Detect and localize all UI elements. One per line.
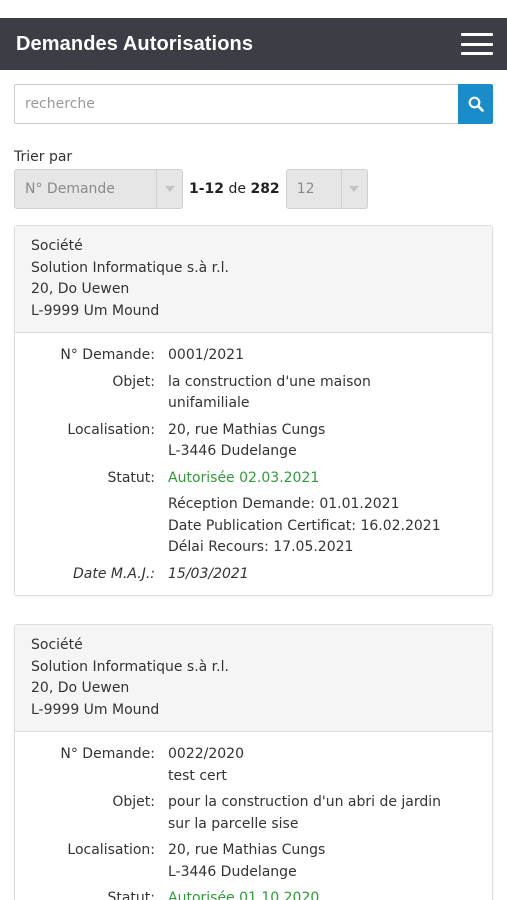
row-date-maj: Date M.A.J.: 15/03/2021: [15, 564, 484, 586]
demand-card[interactable]: Société Solution Informatique s.à r.l. 2…: [14, 624, 493, 900]
range-bold: 1-12: [189, 181, 225, 197]
value-objet-line2: unifamiliale: [168, 395, 250, 411]
label-objet: Objet:: [112, 794, 155, 810]
row-demand-no: N° Demande: 0001/2021: [15, 345, 484, 367]
status-badge: Autorisée 01.10.2020: [168, 890, 320, 900]
label-date-maj: Date M.A.J.:: [72, 565, 155, 582]
row-localisation: Localisation: 20, rue Mathias Cungs L-34…: [15, 840, 484, 883]
per-page-select[interactable]: 12: [285, 169, 368, 209]
caret-down-icon: [340, 170, 367, 208]
range-of: de: [228, 181, 247, 197]
label-localisation: Localisation:: [67, 421, 155, 438]
company-label: Société: [31, 238, 83, 254]
search-button[interactable]: [458, 84, 493, 124]
value-publication: Date Publication Certificat: 16.02.2021: [168, 517, 441, 534]
app-header: Demandes Autorisations: [0, 18, 507, 70]
card-header: Société Solution Informatique s.à r.l. 2…: [15, 226, 492, 333]
card-body: N° Demande: 0022/2020 test cert Objet: p…: [15, 732, 492, 900]
value-localisation-line2: L-3446 Dudelange: [168, 443, 297, 459]
pagination-range: 1-12 de 282: [189, 181, 280, 197]
value-objet-line1: la construction d'une maison: [168, 373, 371, 390]
value-objet-line2: sur la parcelle sise: [168, 815, 299, 832]
row-statut: Statut: Autorisée 02.03.2021 Réception D…: [15, 468, 484, 559]
value-objet-line1: pour la construction d'un abri de jardin: [168, 794, 442, 810]
sort-select-value: N° Demande: [25, 181, 115, 197]
search-bar: [14, 84, 493, 124]
card-header: Société Solution Informatique s.à r.l. 2…: [15, 625, 492, 732]
value-date-maj: 15/03/2021: [168, 565, 249, 582]
value-reception: Réception Demande: 01.01.2021: [168, 496, 400, 512]
search-input[interactable]: [14, 84, 458, 124]
hamburger-menu-icon[interactable]: [461, 33, 493, 55]
value-demand-no: 0001/2021: [168, 347, 244, 363]
value-demand-sub: test cert: [168, 767, 227, 784]
row-objet: Objet: pour la construction d'un abri de…: [15, 792, 484, 835]
page-title: Demandes Autorisations: [16, 32, 254, 55]
value-recours: Délai Recours: 17.05.2021: [168, 539, 354, 555]
range-total: 282: [250, 181, 280, 197]
label-demand-no: N° Demande:: [60, 746, 155, 762]
value-localisation-line1: 20, rue Mathias Cungs: [168, 842, 326, 858]
sort-label: Trier par: [14, 149, 73, 165]
address-line1: 20, Do Uewen: [31, 281, 130, 297]
per-page-value: 12: [296, 181, 315, 197]
row-statut: Statut: Autorisée 01.10.2020: [15, 888, 484, 900]
status-strip: [0, 0, 507, 18]
label-localisation: Localisation:: [67, 842, 155, 858]
sort-controls: N° Demande 1-12 de 282 12: [14, 169, 507, 209]
address-line2: L-9999 Um Mound: [31, 302, 160, 319]
address-line2: L-9999 Um Mound: [31, 701, 160, 718]
row-localisation: Localisation: 20, rue Mathias Cungs L-34…: [15, 420, 484, 463]
value-demand-no: 0022/2020: [168, 746, 244, 762]
search-icon: [468, 96, 484, 112]
value-localisation-line2: L-3446 Dudelange: [168, 863, 297, 880]
company-name: Solution Informatique s.à r.l.: [31, 259, 229, 276]
caret-down-icon: [156, 170, 182, 208]
company-name: Solution Informatique s.à r.l.: [31, 658, 229, 675]
status-badge: Autorisée 02.03.2021: [168, 469, 320, 486]
demand-card[interactable]: Société Solution Informatique s.à r.l. 2…: [14, 225, 493, 596]
label-objet: Objet:: [112, 373, 155, 390]
value-localisation-line1: 20, rue Mathias Cungs: [168, 421, 326, 438]
label-demand-no: N° Demande:: [60, 347, 155, 363]
row-demand-no: N° Demande: 0022/2020 test cert: [15, 744, 484, 787]
company-label: Société: [31, 637, 83, 653]
card-body: N° Demande: 0001/2021 Objet: la construc…: [15, 333, 492, 595]
label-statut: Statut:: [107, 890, 155, 900]
sort-select[interactable]: N° Demande: [14, 169, 183, 209]
row-objet: Objet: la construction d'une maison unif…: [15, 372, 484, 415]
label-statut: Statut:: [107, 469, 155, 486]
address-line1: 20, Do Uewen: [31, 680, 130, 696]
